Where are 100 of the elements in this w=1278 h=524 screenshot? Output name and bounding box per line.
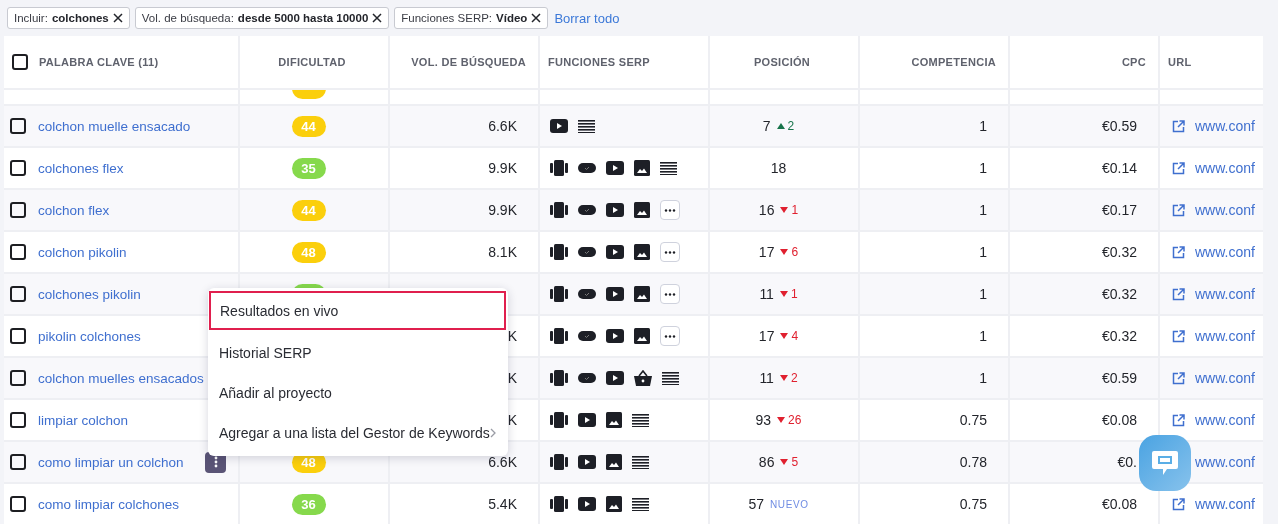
list-icon (662, 371, 679, 385)
position-text: 93 (755, 412, 772, 428)
checkbox[interactable] (10, 454, 26, 470)
dots-icon (664, 250, 676, 254)
checkbox[interactable] (10, 286, 26, 302)
external-link-icon[interactable] (1172, 413, 1185, 427)
column-header[interactable]: POSICIÓN (753, 56, 811, 68)
triangle-down-icon (779, 291, 788, 297)
position-change: 4 (780, 329, 799, 343)
volume-text: 9.9K (488, 160, 517, 176)
external-link-icon[interactable] (1172, 371, 1185, 385)
checkbox[interactable] (12, 54, 28, 70)
position-change: 26 (777, 413, 802, 427)
checkbox[interactable] (10, 496, 26, 512)
volume-text: K (507, 412, 517, 428)
video-icon (606, 287, 624, 301)
video-icon (606, 371, 624, 385)
filter-chip[interactable]: Incluir: colchones (7, 7, 130, 29)
position-change: 6 (780, 245, 799, 259)
list-icon (632, 413, 649, 427)
column-header[interactable]: URL (1168, 56, 1192, 68)
video-icon (606, 203, 624, 217)
menu-item[interactable]: Resultados en vivo (209, 291, 506, 330)
menu-item[interactable]: Historial SERP (208, 333, 508, 373)
image-icon (634, 328, 650, 344)
more-button[interactable] (660, 242, 680, 262)
position-change: 1 (779, 287, 798, 301)
review-icon (578, 373, 596, 383)
cpc-text: €0. (1117, 454, 1137, 470)
volume-text: K (507, 328, 517, 344)
close-icon[interactable] (372, 13, 383, 23)
image-icon (634, 244, 650, 260)
review-icon (578, 247, 596, 257)
cpc-text: €0.59 (1101, 118, 1137, 134)
filter-chip[interactable]: Vol. de búsqueda: desde 5000 hasta 10000 (134, 7, 390, 29)
carousel-icon (550, 496, 568, 512)
close-icon[interactable] (112, 13, 123, 23)
filter-label: Incluir: (14, 12, 48, 24)
keyword-link[interactable]: colchones flex (38, 160, 124, 176)
image-icon (634, 202, 650, 218)
carousel-icon (550, 412, 568, 428)
external-link-icon[interactable] (1172, 203, 1185, 217)
more-button[interactable] (660, 200, 680, 220)
filter-value: Vídeo (496, 12, 528, 24)
keyword-link[interactable]: limpiar colchon (38, 412, 129, 428)
triangle-down-icon (779, 375, 788, 381)
image-icon (606, 496, 622, 512)
external-link-icon[interactable] (1172, 329, 1185, 343)
keyword-link[interactable]: colchones pikolin (38, 286, 141, 302)
menu-item[interactable]: Añadir al proyecto (208, 373, 508, 413)
position-change: NUEVO (770, 498, 809, 510)
triangle-down-icon (780, 249, 789, 255)
clear-all-link[interactable]: Borrar todo (554, 10, 620, 26)
carousel-icon (550, 202, 568, 218)
column-header[interactable]: PALABRA CLAVE (11) (39, 56, 159, 68)
filter-chip[interactable]: Funciones SERP: Vídeo (394, 7, 549, 29)
keyword-link[interactable]: colchon flex (38, 202, 110, 218)
cpc-text: €0.32 (1101, 286, 1137, 302)
volume-text: 6.6K (488, 118, 517, 134)
cpc-text: €0.08 (1101, 496, 1137, 512)
position-change: 2 (779, 371, 798, 385)
triangle-up-icon (776, 123, 785, 129)
checkbox[interactable] (10, 370, 26, 386)
competition-text: 0.75 (959, 412, 987, 428)
position-change: 5 (780, 455, 799, 469)
checkbox[interactable] (10, 412, 26, 428)
list-icon (632, 455, 649, 469)
carousel-icon (550, 244, 568, 260)
review-icon (578, 205, 596, 215)
checkbox[interactable] (10, 118, 26, 134)
external-link-icon[interactable] (1172, 287, 1185, 301)
more-button[interactable] (660, 284, 680, 304)
column-header[interactable]: VOL. DE BÚSQUEDA (411, 56, 526, 68)
close-icon[interactable] (531, 13, 542, 23)
external-link-icon[interactable] (1172, 161, 1185, 175)
difficulty-badge: 44 (291, 115, 326, 137)
column-header[interactable]: DIFICULTAD (278, 56, 346, 68)
image-icon (634, 160, 650, 176)
checkbox[interactable] (10, 202, 26, 218)
checkbox[interactable] (10, 328, 26, 344)
position-change: 1 (780, 203, 799, 217)
position-text: 18 (770, 160, 787, 176)
external-link-icon[interactable] (1172, 245, 1185, 259)
checkbox[interactable] (10, 244, 26, 260)
filter-value: desde 5000 hasta 10000 (237, 12, 369, 24)
column-header[interactable]: COMPETENCIA (911, 56, 996, 68)
checkbox[interactable] (10, 160, 26, 176)
dots-icon (664, 208, 676, 212)
menu-item[interactable]: Agregar a una lista del Gestor de Keywords (208, 413, 508, 453)
keyword-link[interactable]: colchon pikolin (38, 244, 127, 260)
position-change: 2 (776, 119, 795, 133)
column-header[interactable]: FUNCIONES SERP (548, 56, 650, 68)
volume-text: 6.6K (488, 454, 517, 470)
more-button[interactable] (660, 326, 680, 346)
external-link-icon[interactable] (1172, 497, 1185, 511)
external-link-icon[interactable] (1172, 119, 1185, 133)
keyword-link[interactable]: pikolin colchones (38, 328, 141, 344)
column-header[interactable]: CPC (1121, 56, 1146, 68)
volume-text: 5.4K (488, 496, 517, 512)
chat-button[interactable] (1139, 435, 1191, 491)
